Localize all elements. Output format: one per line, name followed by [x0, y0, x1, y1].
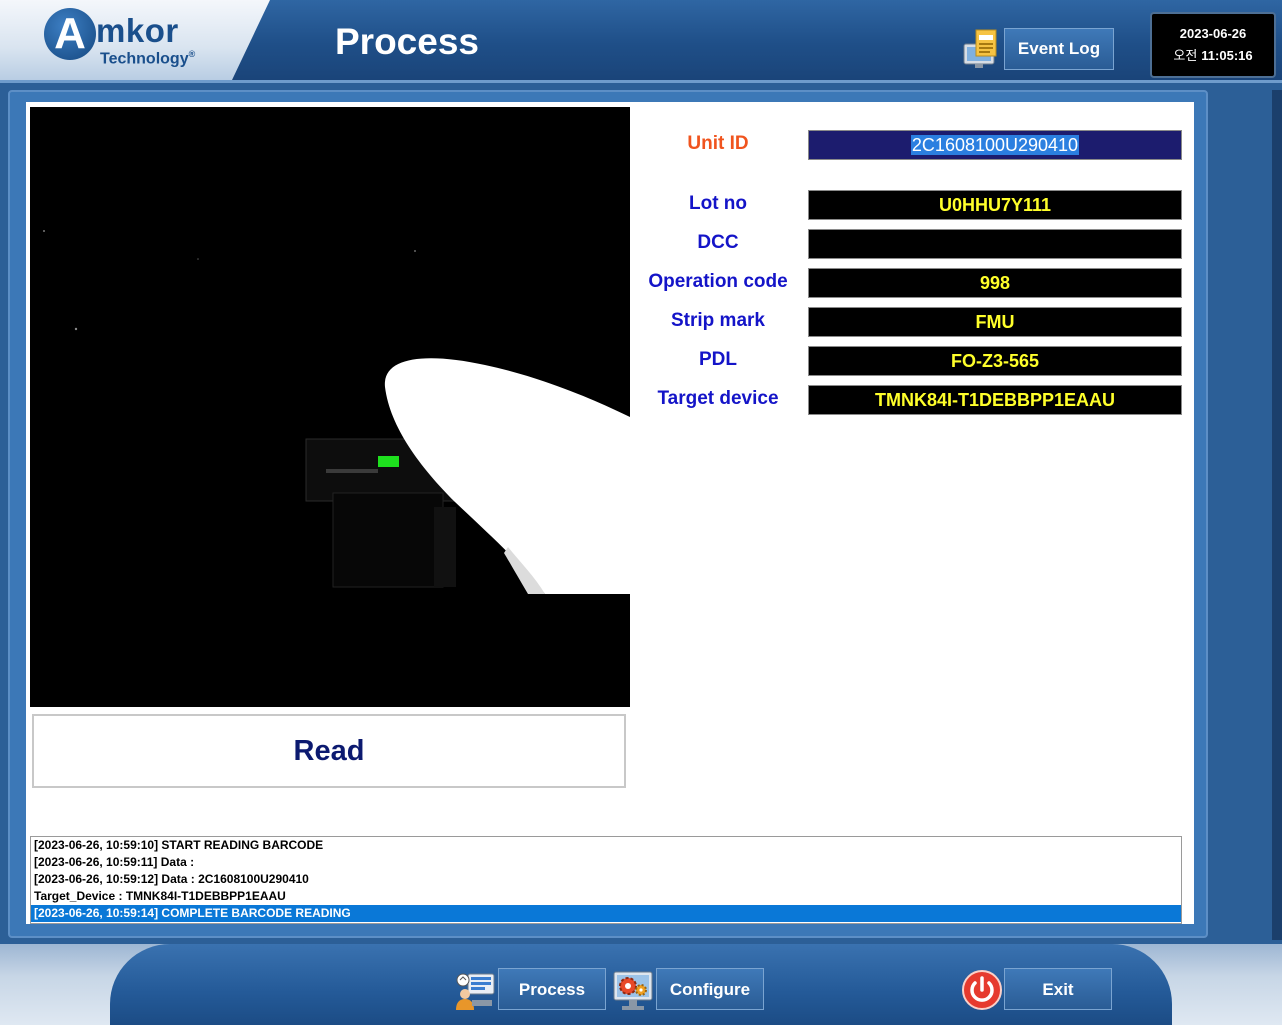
- main-content: Read Unit ID 2C1608100U290410 Lot no U0H…: [26, 102, 1194, 924]
- event-log-list[interactable]: [2023-06-26, 10:59:10] START READING BAR…: [30, 836, 1182, 924]
- power-icon[interactable]: [961, 968, 1003, 1012]
- camera-view: [30, 107, 630, 707]
- log-line[interactable]: [2023-06-26, 10:59:11] Data :: [31, 854, 1181, 871]
- pdl-label: PDL: [699, 349, 737, 370]
- strip-mark-label: Strip mark: [671, 310, 765, 331]
- event-log-icon[interactable]: [962, 28, 1002, 70]
- window-edge: [1272, 90, 1282, 940]
- dcc-field: [807, 228, 1183, 260]
- process-icon[interactable]: [454, 968, 496, 1012]
- unit-id-label: Unit ID: [687, 133, 749, 154]
- configure-icon[interactable]: [612, 968, 654, 1012]
- configure-button[interactable]: Configure: [656, 968, 764, 1010]
- clock-ampm: 오전: [1173, 48, 1198, 63]
- log-line[interactable]: Target_Device : TMNK84I-T1DEBBPP1EAAU: [31, 888, 1181, 905]
- clock-display: 2023-06-26 오전 11:05:16: [1150, 12, 1276, 78]
- main-frame: Read Unit ID 2C1608100U290410 Lot no U0H…: [8, 90, 1208, 938]
- event-log-button[interactable]: Event Log: [1004, 28, 1114, 70]
- amkor-logo-word: mkor: [96, 12, 179, 49]
- clock-date: 2023-06-26: [1179, 26, 1247, 41]
- amkor-logo-mark: A: [44, 8, 96, 60]
- process-button[interactable]: Process: [498, 968, 606, 1010]
- operation-code-label: Operation code: [648, 271, 788, 292]
- operation-code-field: 998: [807, 267, 1183, 299]
- lot-no-field: U0HHU7Y111: [807, 189, 1183, 221]
- unit-id-field[interactable]: 2C1608100U290410: [807, 129, 1183, 161]
- unit-id-value: 2C1608100U290410: [910, 135, 1080, 155]
- log-line-selected[interactable]: [2023-06-26, 10:59:14] COMPLETE BARCODE …: [31, 905, 1181, 922]
- read-button[interactable]: Read: [32, 714, 626, 788]
- log-line[interactable]: [2023-06-26, 10:59:10] START READING BAR…: [31, 837, 1181, 854]
- log-line[interactable]: [2023-06-26, 10:59:12] Data : 2C1608100U…: [31, 871, 1181, 888]
- target-device-label: Target device: [657, 388, 779, 409]
- strip-mark-field: FMU: [807, 306, 1183, 338]
- header-bar: A mkor Technology® Process Event Log 202…: [0, 0, 1282, 83]
- logo-panel: A mkor Technology®: [0, 0, 270, 80]
- pdl-field: FO-Z3-565: [807, 345, 1183, 377]
- exit-button[interactable]: Exit: [1004, 968, 1112, 1010]
- clock-time: 11:05:16: [1201, 48, 1253, 63]
- page-title: Process: [335, 21, 479, 62]
- amkor-logo-subtitle: Technology®: [100, 49, 196, 68]
- clock-time-row: 오전 11:05:16: [1152, 48, 1274, 64]
- lot-no-label: Lot no: [688, 193, 748, 214]
- dcc-label: DCC: [697, 232, 739, 253]
- target-device-field: TMNK84I-T1DEBBPP1EAAU: [807, 384, 1183, 416]
